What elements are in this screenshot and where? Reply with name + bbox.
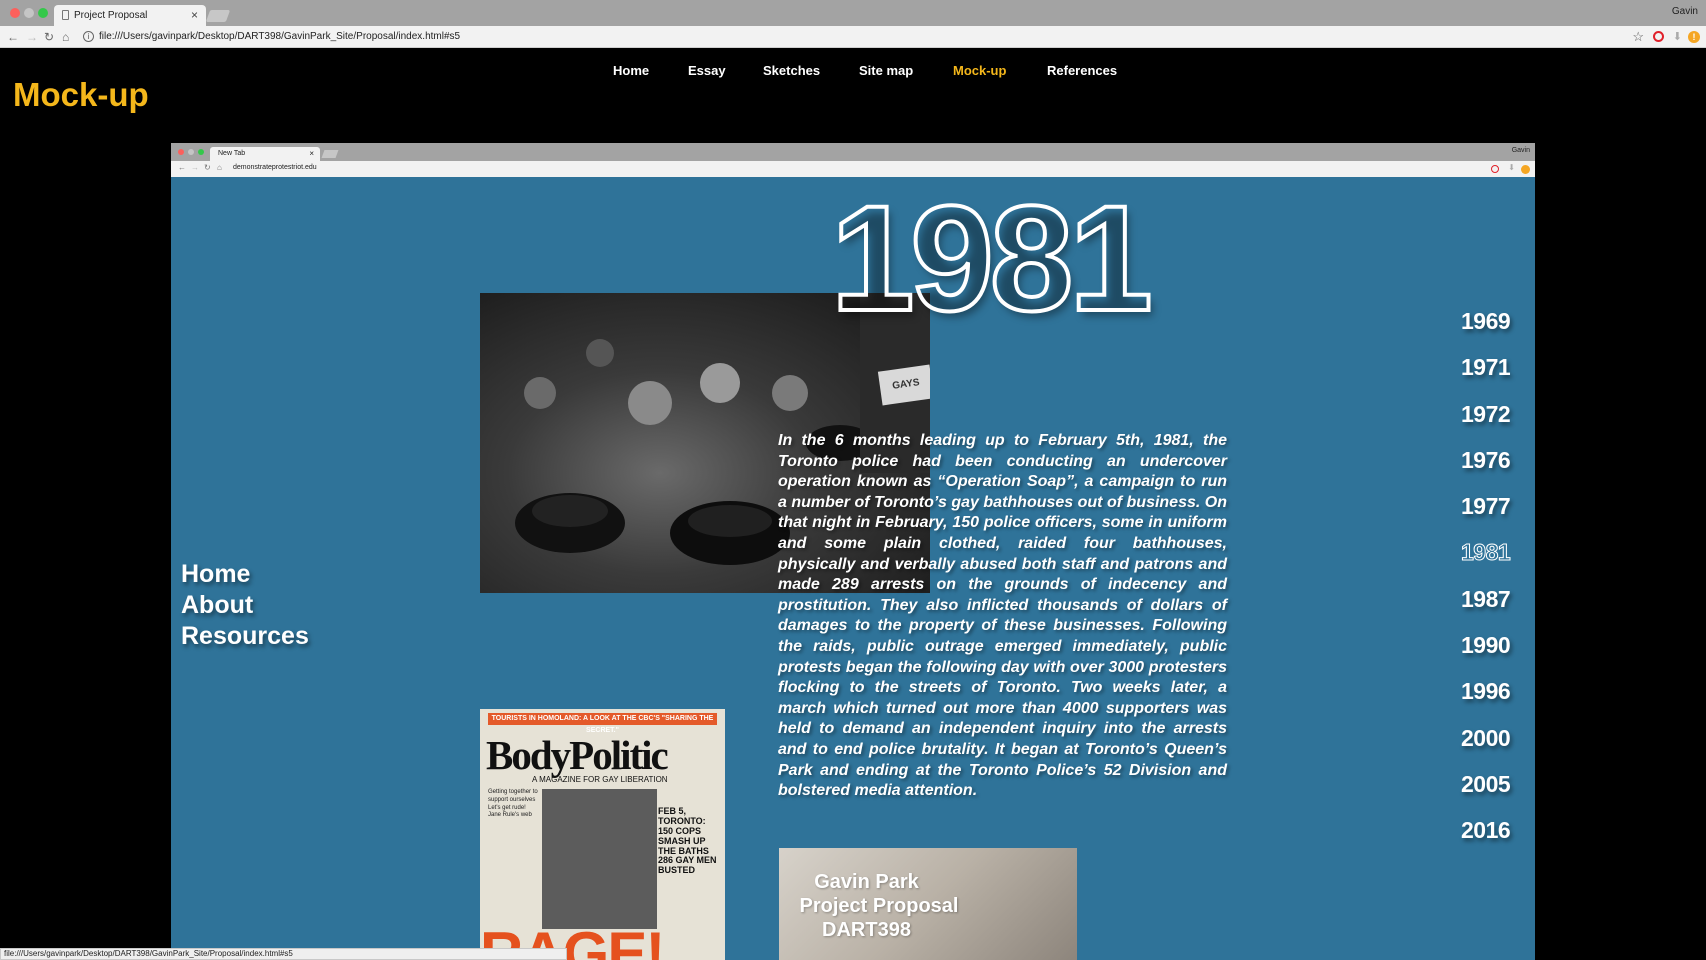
body-politic-cover: TOURISTS IN HOMOLAND: A LOOK AT THE CBC'… <box>480 709 725 960</box>
credit-name: Gavin Park <box>814 871 919 893</box>
nav-references[interactable]: References <box>1047 63 1117 78</box>
extension-icon[interactable]: ⬇ <box>1673 30 1682 43</box>
mockup-side-nav: Home About Resources <box>181 559 309 652</box>
nav-essay[interactable]: Essay <box>688 63 726 78</box>
mockup-tab: New Tab × <box>210 147 320 161</box>
mockup-home-icon: ⌂ <box>217 163 222 172</box>
year-item-active: 1981 <box>1460 539 1511 566</box>
mockup-forward-icon: → <box>191 163 199 172</box>
credit-course: DART398 <box>822 919 911 941</box>
back-arrow-icon[interactable]: ← <box>7 29 19 45</box>
browser-tab-bar: Project Proposal × Gavin <box>0 0 1706 26</box>
nav-mock-up[interactable]: Mock-up <box>953 63 1006 78</box>
side-nav-about: About <box>181 591 254 619</box>
year-heading: 1981 <box>829 174 1155 342</box>
mockup-close-dot <box>178 149 184 155</box>
nav-site-map[interactable]: Site map <box>859 63 913 78</box>
mockup-tab-bar: New Tab × Gavin <box>171 143 1535 161</box>
mockup-opera-icon <box>1491 165 1499 173</box>
info-icon[interactable]: i <box>83 31 94 42</box>
year-item: 1977 <box>1461 493 1511 520</box>
tab-title: Project Proposal <box>74 10 148 21</box>
year-item: 1972 <box>1461 400 1511 427</box>
magazine-column: Getting together to support ourselves Le… <box>488 789 538 819</box>
url-field[interactable]: file:///Users/gavinpark/Desktop/DART398/… <box>99 31 460 42</box>
mockup-tab-title: New Tab <box>218 150 246 157</box>
magazine-title: BodyPolitic <box>486 732 669 778</box>
mockup-tab-close-icon: × <box>309 149 314 158</box>
side-nav-home: Home <box>181 560 251 588</box>
magazine-banner: TOURISTS IN HOMOLAND: A LOOK AT THE CBC'… <box>488 713 717 734</box>
side-nav-resources: Resources <box>181 622 309 650</box>
top-navigation: Home Essay Sketches Site map Mock-up Ref… <box>0 63 1706 83</box>
nav-home[interactable]: Home <box>613 63 649 78</box>
forward-arrow-icon[interactable]: → <box>26 29 38 45</box>
year-item: 2005 <box>1461 770 1511 797</box>
profile-name[interactable]: Gavin <box>1672 6 1698 17</box>
document-icon <box>62 10 69 20</box>
credit-image: Gavin Park Project Proposal DART398 <box>779 848 1077 960</box>
mockup-maximize-dot <box>198 149 204 155</box>
credit-text: Gavin Park Project Proposal DART398 <box>779 870 959 942</box>
year-item: 1976 <box>1461 446 1511 473</box>
minimize-window-button[interactable] <box>24 8 34 18</box>
mockup-warning-icon <box>1521 165 1530 174</box>
address-bar: ← → ↻ ⌂ i file:///Users/gavinpark/Deskto… <box>0 26 1706 48</box>
magazine-headline: FEB 5, TORONTO: 150 COPS SMASH UP THE BA… <box>658 806 717 876</box>
mockup-back-icon: ← <box>178 163 186 172</box>
credit-project: Project Proposal <box>799 895 959 917</box>
mockup-profile-name: Gavin <box>1511 147 1530 154</box>
reload-icon[interactable]: ↻ <box>44 29 54 45</box>
protest-sign: GAYS <box>877 364 930 406</box>
warning-icon[interactable]: ! <box>1688 31 1700 43</box>
browser-tab[interactable]: Project Proposal × <box>54 5 206 26</box>
year-item: 1996 <box>1461 678 1511 705</box>
mockup-url: demonstrateprotestriot.edu <box>233 164 317 171</box>
maximize-window-button[interactable] <box>38 8 48 18</box>
year-timeline: 1969 1971 1972 1976 1977 1981 1987 1990 … <box>1460 298 1511 854</box>
mockup-reload-icon: ↻ <box>204 163 211 172</box>
mockup-minimize-dot <box>188 149 194 155</box>
mockup-extension-icon: ⬇ <box>1508 163 1515 172</box>
year-item: 1987 <box>1461 585 1511 612</box>
home-icon[interactable]: ⌂ <box>62 29 69 45</box>
status-bar: file:///Users/gavinpark/Desktop/DART398/… <box>0 948 567 960</box>
mockup-screenshot: New Tab × Gavin ← → ↻ ⌂ demonstrateprote… <box>171 143 1535 960</box>
article-body: In the 6 months leading up to February 5… <box>778 432 1227 800</box>
tab-close-icon[interactable]: × <box>191 8 198 22</box>
year-item: 1971 <box>1461 354 1511 381</box>
magazine-photo <box>542 789 657 929</box>
year-item: 2016 <box>1461 817 1511 844</box>
magazine-subtitle: A MAGAZINE FOR GAY LIBERATION <box>532 775 668 784</box>
opera-icon[interactable] <box>1653 31 1664 42</box>
close-window-button[interactable] <box>10 8 20 18</box>
year-item: 2000 <box>1461 724 1511 751</box>
nav-sketches[interactable]: Sketches <box>763 63 820 78</box>
year-item: 1990 <box>1461 632 1511 659</box>
mockup-new-tab <box>321 150 339 158</box>
new-tab-button[interactable] <box>205 10 231 22</box>
bookmark-star-icon[interactable]: ☆ <box>1632 29 1644 45</box>
year-item: 1969 <box>1461 308 1511 334</box>
